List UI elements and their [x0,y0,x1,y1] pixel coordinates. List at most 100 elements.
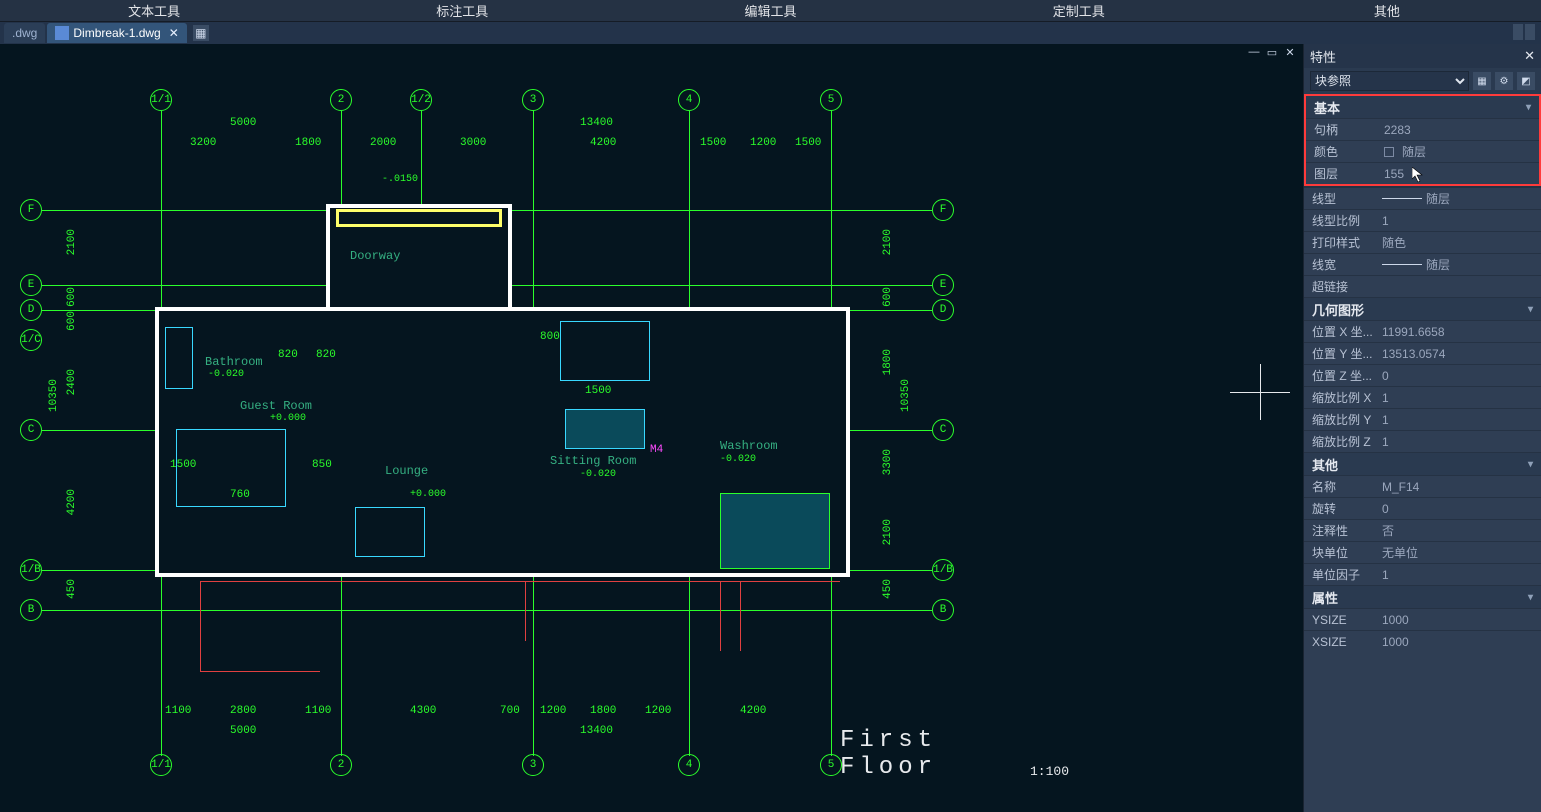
grid-axis-bubble: D [932,299,954,321]
dimension-text: 1800 [590,705,616,717]
dimension-text: 5000 [230,117,256,129]
grid-axis-bubble: 4 [678,89,700,111]
selection-type-dropdown[interactable]: 块参照 [1310,71,1469,91]
dimension-text: 1200 [645,705,671,717]
dimension-text: 850 [312,459,332,471]
prop-row-ysize[interactable]: YSIZE1000 [1304,608,1541,630]
grid-axis-bubble: C [20,419,42,441]
dimension-text: 2800 [230,705,256,717]
prop-row-linetype[interactable]: 线型 随层 [1304,187,1541,209]
grid-axis-bubble: F [932,199,954,221]
prop-row-lineweight[interactable]: 线宽 随层 [1304,253,1541,275]
toggle-pim-icon[interactable]: ▦ [1473,72,1491,90]
selection-type-row: 块参照 ▦ ⚙ ◩ [1304,68,1541,94]
dimension-text: 2100 [882,519,894,545]
section-basic-rest: 线型 随层 线型比例 1 打印样式 随色 线宽 随层 超链接 [1304,186,1541,297]
section-other: 其他▾ 名称M_F14 旋转0 注释性否 块单位无单位 单位因子1 [1304,452,1541,585]
floor-plan: 1/1 2 1/2 3 4 5 1/1 2 3 4 5 F E D 1/C C … [20,59,980,799]
section-header-other[interactable]: 其他▾ [1304,453,1541,475]
prop-row-unit-factor: 单位因子1 [1304,563,1541,585]
room-label: Guest Room [240,399,312,413]
close-icon[interactable]: ✕ [169,26,179,40]
toolbar-tab-custom[interactable]: 定制工具 [925,1,1233,20]
dimension-text: 1100 [305,705,331,717]
elevation-label: +0.000 [410,489,446,500]
section-header-geometry[interactable]: 几何图形▾ [1304,298,1541,320]
dimension-text: 1500 [700,137,726,149]
section-header-attributes[interactable]: 属性▾ [1304,586,1541,608]
pool-basin [720,493,830,569]
drawing-canvas[interactable]: — ▭ ✕ 1/1 2 1/2 3 4 5 1/1 2 3 4 5 [0,44,1303,812]
grid-axis-bubble: B [20,599,42,621]
file-tab-inactive[interactable]: .dwg [4,23,45,43]
dimension-text: 4200 [590,137,616,149]
dimension-text: 1500 [795,137,821,149]
grid-line [42,610,932,611]
toolbar-tab-dimension[interactable]: 标注工具 [308,1,616,20]
section-line [200,671,320,672]
toolbar-tab-text[interactable]: 文本工具 [0,1,308,20]
dimension-text: 700 [500,705,520,717]
view-split-icons[interactable] [1513,24,1535,40]
dimension-text: 4200 [740,705,766,717]
grid-axis-bubble: 1/B [20,559,42,581]
quick-select-icon[interactable]: ⚙ [1495,72,1513,90]
grid-axis-bubble: F [20,199,42,221]
grid-axis-bubble: 2 [330,89,352,111]
prop-row-color[interactable]: 颜色 随层 [1306,140,1539,162]
dimension-text: 450 [882,579,894,599]
section-header-basic[interactable]: 基本▾ [1306,96,1539,118]
prop-row-hyperlink[interactable]: 超链接 [1304,275,1541,297]
prop-row-scale-y[interactable]: 缩放比例 Y1 [1304,408,1541,430]
furniture-sofa [565,409,645,449]
elevation-label: -0.020 [208,369,244,380]
new-file-button[interactable]: ▦ [193,25,209,41]
elevation-label: -0.020 [720,454,756,465]
dimension-text: 10350 [900,379,912,412]
dimension-text: 760 [230,489,250,501]
dimension-text: 1500 [170,459,196,471]
file-tab-label: Dimbreak-1.dwg [73,26,160,40]
prop-row-scale-z[interactable]: 缩放比例 Z1 [1304,430,1541,452]
dimension-text: 3200 [190,137,216,149]
properties-panel: 特性 ✕ 块参照 ▦ ⚙ ◩ 基本▾ 句柄 2283 颜色 随层 [1303,44,1541,812]
line-sample-icon [1382,264,1422,265]
file-tab-active[interactable]: Dimbreak-1.dwg ✕ [47,23,186,43]
prop-row-rotation[interactable]: 旋转0 [1304,497,1541,519]
dimension-text: 1100 [165,705,191,717]
room-label: Bathroom [205,355,263,369]
prop-row-layer[interactable]: 图层 155 [1306,162,1539,184]
furniture-sofa [355,507,425,557]
properties-header: 特性 ✕ [1304,44,1541,68]
prop-row-xsize[interactable]: XSIZE1000 [1304,630,1541,652]
room-label: Lounge [385,464,428,478]
dimension-text: 1200 [750,137,776,149]
prop-row-scale-x[interactable]: 缩放比例 X1 [1304,386,1541,408]
prop-row-pos-z[interactable]: 位置 Z 坐...0 [1304,364,1541,386]
furniture-bed [560,321,650,381]
prop-row-ltscale[interactable]: 线型比例 1 [1304,209,1541,231]
prop-row-pos-y[interactable]: 位置 Y 坐...13513.0574 [1304,342,1541,364]
grid-axis-bubble: 1/1 [150,89,172,111]
section-line [200,581,840,582]
prop-row-pos-x[interactable]: 位置 X 坐...11991.6658 [1304,320,1541,342]
section-attributes: 属性▾ YSIZE1000 XSIZE1000 [1304,585,1541,652]
toolbar-tab-other[interactable]: 其他 [1233,1,1541,20]
room-label: Washroom [720,439,778,453]
grid-axis-bubble: C [932,419,954,441]
line-sample-icon [1382,198,1422,199]
drawing-scale: 1:100 [1030,764,1069,779]
section-geometry: 几何图形▾ 位置 X 坐...11991.6658 位置 Y 坐...13513… [1304,297,1541,452]
select-similar-icon[interactable]: ◩ [1517,72,1535,90]
grid-axis-bubble: 2 [330,754,352,776]
section-line [720,581,721,651]
toolbar-tab-edit[interactable]: 编辑工具 [616,1,924,20]
grid-axis-bubble: 4 [678,754,700,776]
crosshair [1260,364,1261,420]
arrow-left-icon[interactable] [1513,24,1523,40]
prop-row-name: 名称M_F14 [1304,475,1541,497]
file-tab-bar: .dwg Dimbreak-1.dwg ✕ ▦ [0,22,1541,44]
dimension-text: 2100 [882,229,894,255]
close-icon[interactable]: ✕ [1524,48,1535,64]
arrow-right-icon[interactable] [1525,24,1535,40]
